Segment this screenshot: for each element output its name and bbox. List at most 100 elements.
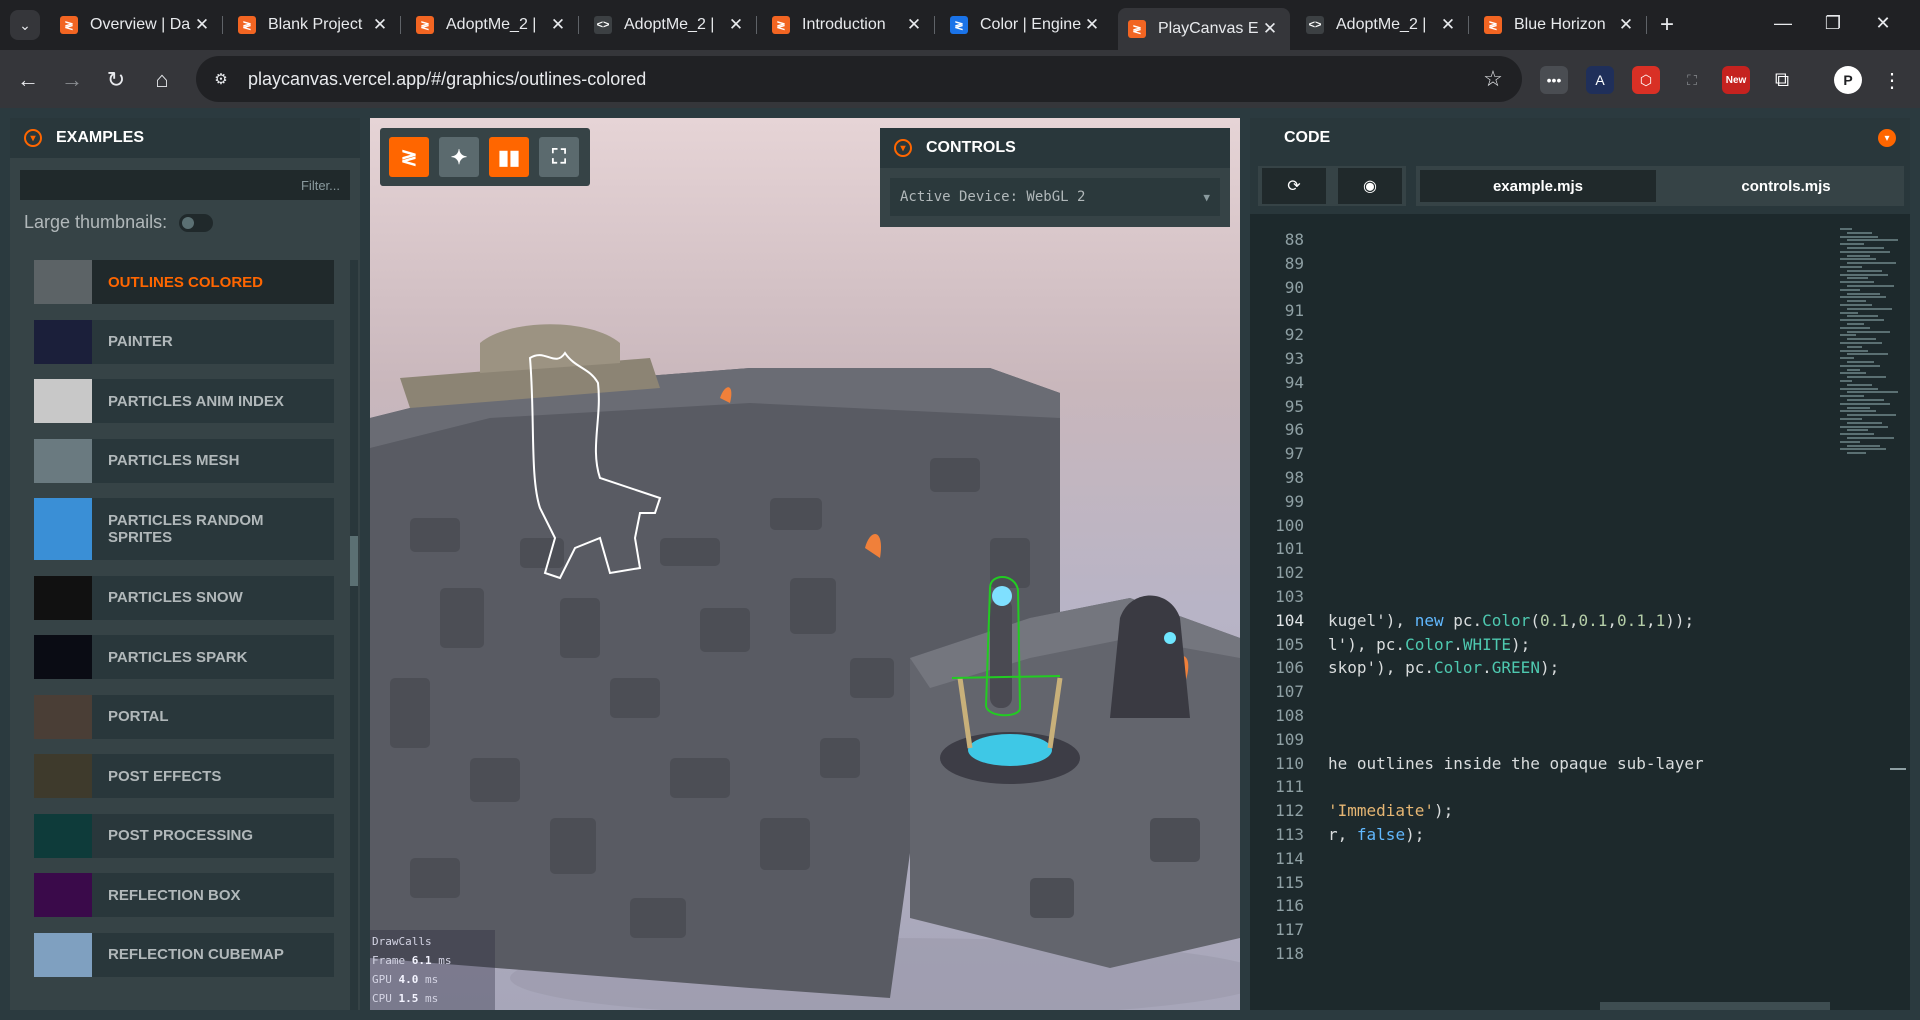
filter-input[interactable]: Filter... xyxy=(20,170,350,200)
code-line[interactable]: 108 xyxy=(1250,704,1830,728)
close-window-button[interactable]: ✕ xyxy=(1866,8,1900,38)
code-line[interactable]: 99 xyxy=(1250,490,1830,514)
browser-tab[interactable]: ≷ Blank Project ✕ xyxy=(228,8,401,42)
reload-button[interactable]: ↻ xyxy=(100,64,132,96)
browser-tab[interactable]: ≷ Introduction ✕ xyxy=(762,8,935,42)
minimize-button[interactable]: — xyxy=(1766,8,1800,38)
stats-button[interactable]: ▮▮ xyxy=(489,137,529,177)
examples-scroll-thumb[interactable] xyxy=(350,536,358,586)
browser-tab[interactable]: <> AdoptMe_2 | ✕ xyxy=(1296,8,1469,42)
extension-dots-icon[interactable]: ••• xyxy=(1540,66,1568,94)
browser-tab[interactable]: <> AdoptMe_2 | ✕ xyxy=(584,8,757,42)
code-tab[interactable]: example.mjs xyxy=(1420,170,1656,202)
code-line[interactable]: 96 xyxy=(1250,418,1830,442)
example-viewport[interactable]: ≷ ✦ ▮▮ ⛶ ▾ CONTROLS Active Device: WebGL… xyxy=(370,118,1240,1010)
code-line[interactable]: 93 xyxy=(1250,347,1830,371)
example-item[interactable]: PAINTER xyxy=(34,319,334,364)
code-line[interactable]: 102 xyxy=(1250,561,1830,585)
example-item[interactable]: OUTLINES COLORED xyxy=(34,260,334,304)
browser-tab[interactable]: ≷ AdoptMe_2 | ✕ xyxy=(406,8,579,42)
code-line[interactable]: 92 xyxy=(1250,323,1830,347)
code-horizontal-scrollbar[interactable] xyxy=(1600,1002,1830,1010)
extension-shield-icon[interactable]: ⬡ xyxy=(1632,66,1660,94)
browser-tab[interactable]: ≷ PlayCanvas E ✕ xyxy=(1118,8,1290,50)
site-info-icon[interactable]: ⚙ xyxy=(208,66,234,92)
restore-button[interactable]: ❐ xyxy=(1816,8,1850,38)
examples-scrollbar[interactable] xyxy=(350,260,358,1010)
code-header[interactable]: CODE xyxy=(1250,118,1910,158)
example-item[interactable]: PARTICLES RANDOM SPRITES xyxy=(34,498,334,560)
code-line[interactable]: 107 xyxy=(1250,680,1830,704)
examples-header[interactable]: ▾ EXAMPLES xyxy=(10,118,360,158)
code-line[interactable]: 101 xyxy=(1250,537,1830,561)
code-line[interactable]: 89 xyxy=(1250,252,1830,276)
code-collapse-icon[interactable]: ▾ xyxy=(1878,129,1896,147)
close-tab-icon[interactable]: ✕ xyxy=(192,15,212,35)
code-minimap[interactable] xyxy=(1840,228,1904,468)
forward-button[interactable]: → xyxy=(56,64,88,96)
extension-capture-icon[interactable]: ⛶ xyxy=(1678,66,1706,94)
bookmark-star-icon[interactable]: ☆ xyxy=(1478,66,1508,92)
code-line[interactable]: 103 xyxy=(1250,585,1830,609)
code-line[interactable]: 95 xyxy=(1250,395,1830,419)
code-line[interactable]: 88 xyxy=(1250,228,1830,252)
close-tab-icon[interactable]: ✕ xyxy=(726,15,746,35)
browser-tab[interactable]: ≷ Blue Horizon ✕ xyxy=(1474,8,1647,42)
extension-new-badge[interactable]: New xyxy=(1722,66,1750,94)
code-line[interactable]: 105 l'), pc.Color.WHITE); xyxy=(1250,633,1830,657)
close-tab-icon[interactable]: ✕ xyxy=(1438,15,1458,35)
browser-tab[interactable]: ≷ Color | Engine ✕ xyxy=(940,8,1112,42)
code-line[interactable]: 118 xyxy=(1250,942,1830,966)
code-line[interactable]: 115 xyxy=(1250,871,1830,895)
example-item[interactable]: PARTICLES ANIM INDEX xyxy=(34,379,334,423)
code-line[interactable]: 113 r, false); xyxy=(1250,823,1830,847)
controls-collapse-icon[interactable]: ▾ xyxy=(894,139,912,157)
code-line[interactable]: 109 xyxy=(1250,728,1830,752)
example-item[interactable]: PARTICLES SNOW xyxy=(34,575,334,620)
code-line[interactable]: 100 xyxy=(1250,514,1830,538)
example-item[interactable]: PORTAL xyxy=(34,694,334,739)
close-tab-icon[interactable]: ✕ xyxy=(1082,15,1102,35)
back-button[interactable]: ← xyxy=(12,64,44,96)
collapse-chevron-icon[interactable]: ▾ xyxy=(24,129,42,147)
example-item[interactable]: POST PROCESSING xyxy=(34,813,334,858)
code-line[interactable]: 112 'Immediate'); xyxy=(1250,799,1830,823)
profile-avatar[interactable]: P xyxy=(1834,66,1862,94)
active-device-select[interactable]: Active Device: WebGL 2 ▼ xyxy=(890,178,1220,216)
fullscreen-button[interactable]: ⛶ xyxy=(539,137,579,177)
example-item[interactable]: PARTICLES MESH xyxy=(34,438,334,483)
extension-a-icon[interactable]: A xyxy=(1586,66,1614,94)
code-line[interactable]: 114 xyxy=(1250,847,1830,871)
example-item[interactable]: REFLECTION CUBEMAP xyxy=(34,932,334,977)
code-line[interactable]: 97 xyxy=(1250,442,1830,466)
code-line[interactable]: 98 xyxy=(1250,466,1830,490)
code-line[interactable]: 110 he outlines inside the opaque sub-lay… xyxy=(1250,752,1830,776)
code-line[interactable]: 90 xyxy=(1250,276,1830,300)
code-line[interactable]: 116 xyxy=(1250,894,1830,918)
new-tab-button[interactable]: + xyxy=(1652,10,1682,40)
code-line[interactable]: 106 skop'), pc.Color.GREEN); xyxy=(1250,656,1830,680)
code-line[interactable]: 91 xyxy=(1250,299,1830,323)
playcanvas-logo-button[interactable]: ≷ xyxy=(389,137,429,177)
reload-code-button[interactable]: ⟳ xyxy=(1262,168,1326,204)
code-line[interactable]: 111 xyxy=(1250,775,1830,799)
large-thumbnails-toggle[interactable] xyxy=(179,213,214,232)
url-text[interactable]: playcanvas.vercel.app/#/graphics/outline… xyxy=(248,69,1478,90)
code-line[interactable]: 94 xyxy=(1250,371,1830,395)
code-line[interactable]: 104 kugel'), new pc.Color(0.1,0.1,0.1,1))… xyxy=(1250,609,1830,633)
close-tab-icon[interactable]: ✕ xyxy=(548,15,568,35)
controls-header[interactable]: ▾ CONTROLS xyxy=(880,128,1230,168)
code-line[interactable]: 117 xyxy=(1250,918,1830,942)
home-button[interactable]: ⌂ xyxy=(146,64,178,96)
browser-menu-icon[interactable]: ⋮ xyxy=(1878,66,1906,94)
close-tab-icon[interactable]: ✕ xyxy=(1260,19,1280,39)
close-tab-icon[interactable]: ✕ xyxy=(1616,15,1636,35)
browser-tab[interactable]: ≷ Overview | Da ✕ xyxy=(50,8,223,42)
extensions-puzzle-icon[interactable]: ⧉ xyxy=(1768,66,1796,94)
example-item[interactable]: POST EFFECTS xyxy=(34,754,334,798)
example-item[interactable]: PARTICLES SPARK xyxy=(34,635,334,679)
code-tab[interactable]: controls.mjs xyxy=(1668,170,1904,202)
close-tab-icon[interactable]: ✕ xyxy=(370,15,390,35)
twitter-button[interactable]: ✦ xyxy=(439,137,479,177)
address-bar[interactable]: ⚙ playcanvas.vercel.app/#/graphics/outli… xyxy=(196,56,1522,102)
